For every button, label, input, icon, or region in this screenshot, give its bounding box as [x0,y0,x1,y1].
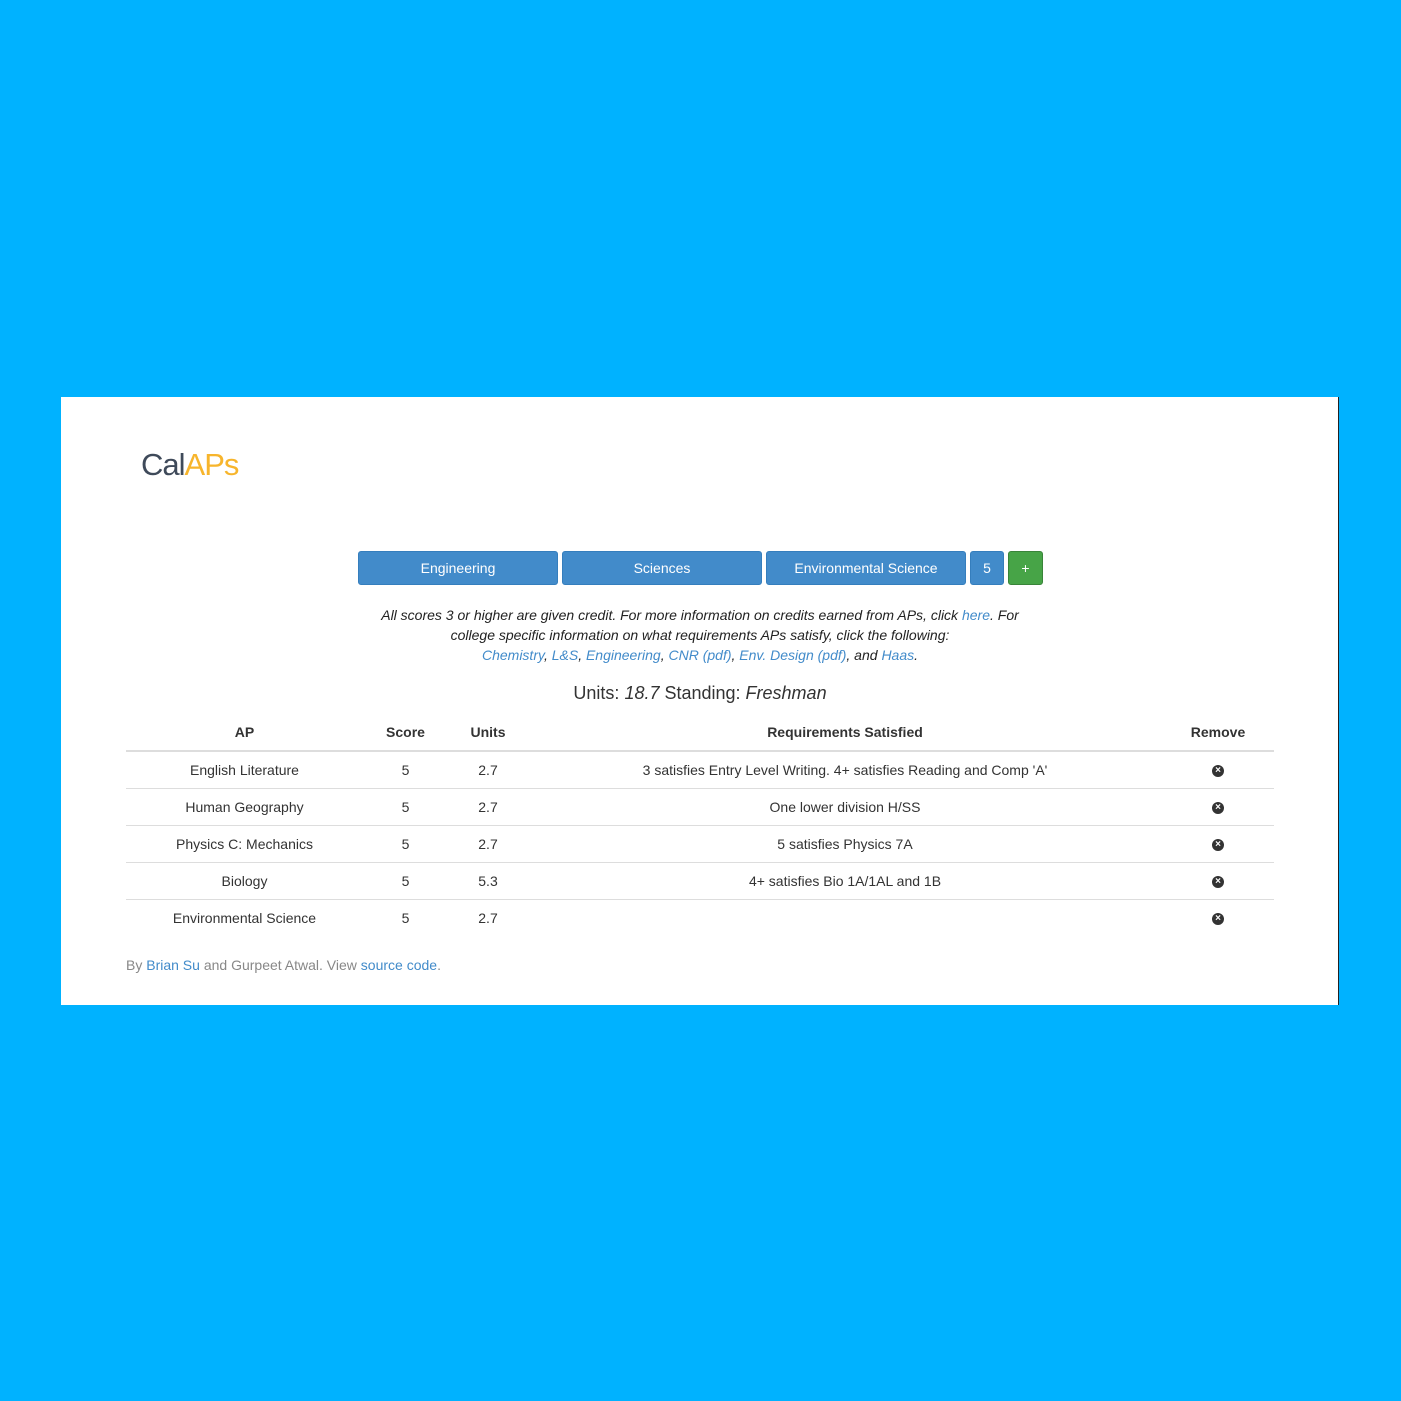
chemistry-link[interactable]: Chemistry [482,647,544,663]
site-title: CalAPs [141,447,240,483]
cell-ap: Environmental Science [126,899,363,936]
cell-units: 2.7 [448,899,528,936]
table-row: English Literature 5 2.7 3 satisfies Entry … [126,751,1274,789]
units-label: Units: [573,683,625,703]
title-cal: Cal [141,447,186,482]
table-row: Human Geography 5 2.7 One lower division H/… [126,788,1274,826]
here-link[interactable]: here [962,607,990,623]
add-ap-button[interactable]: + [1008,551,1043,585]
period: . [914,647,919,663]
cell-requirements: 5 satisfies Physics 7A [528,825,1162,863]
cell-requirements: 3 satisfies Entry Level Writing. 4+ sati… [642,762,1048,778]
footer: By Brian Su and Gurpeet Atwal. View sour… [126,957,441,973]
footer-period: . [437,957,441,973]
close-circle-icon[interactable]: × [1212,802,1224,815]
close-circle-icon[interactable]: × [1212,913,1224,926]
cell-remove: × [1162,788,1274,826]
cell-units: 2.7 [448,825,528,863]
title-aps: APs [184,447,240,482]
separator: , [543,647,552,663]
score-select[interactable]: 5 [970,551,1004,585]
totals-summary: Units: 18.7 Standing: Freshman [61,683,1339,704]
ap-table: AP Score Units Requirements Satisfied Re… [126,713,1274,936]
close-circle-icon[interactable]: × [1212,839,1224,852]
source-code-link[interactable]: source code [361,957,437,973]
haas-link[interactable]: Haas [881,647,914,663]
engineering-link[interactable]: Engineering [586,647,661,663]
cell-score: 5 [401,762,410,778]
header-score: Score [363,713,448,752]
footer-by: By [126,957,147,973]
header-requirements: Requirements Satisfied [528,713,1162,752]
college-select[interactable]: Engineering [358,551,558,585]
info-text-1: All scores 3 or higher are given credit.… [381,607,959,623]
cell-remove: × [1162,751,1274,789]
separator: , and [846,647,882,663]
units-value: 18.7 [624,683,660,703]
category-select[interactable]: Sciences [562,551,762,585]
table-row: Physics C: Mechanics 5 2.7 5 satisfies Phys… [126,825,1274,863]
close-circle-icon[interactable]: × [1212,765,1224,778]
standing-label: Standing: [659,683,746,703]
table-row: Environmental Science 5 2.7 × [126,899,1274,936]
exam-select[interactable]: Environmental Science [766,551,966,585]
cell-remove: × [1162,825,1274,863]
credit-info: All scores 3 or higher are given credit.… [381,605,1019,665]
cell-ap: Physics C: Mechanics [126,825,363,863]
cell-requirements: 4+ satisfies Bio 1A/1AL and 1B [528,862,1162,900]
cell-score: 5 [363,862,448,900]
author-link[interactable]: Brian Su [146,957,200,973]
close-circle-icon[interactable]: × [1212,876,1224,889]
cell-ap: Human Geography [126,788,363,826]
standing-value: Freshman [745,683,827,703]
cell-remove: × [1162,862,1274,900]
ap-selector-controls: Engineering Sciences Environmental Scien… [358,551,1043,585]
cell-score: 5 [363,899,448,936]
cell-requirements: One lower division H/SS [528,788,1162,826]
cnr-link[interactable]: CNR (pdf) [668,647,731,663]
header-ap: AP [126,713,363,752]
main-card: CalAPs Engineering Sciences Environmenta… [61,397,1339,1005]
cell-units: 2.7 [478,762,498,778]
cell-units: 2.7 [448,788,528,826]
header-units: Units [448,713,528,752]
cell-requirements [528,899,1162,936]
env-design-link[interactable]: Env. Design (pdf) [739,647,846,663]
separator: , [578,647,586,663]
cell-units: 5.3 [448,862,528,900]
cell-ap: English Literature [190,762,299,778]
cell-score: 5 [363,825,448,863]
cell-ap: Biology [126,862,363,900]
cell-score: 5 [363,788,448,826]
table-header-row: AP Score Units Requirements Satisfied Re… [126,713,1274,752]
header-remove: Remove [1162,713,1274,752]
footer-text: and Gurpeet Atwal. View [199,957,361,973]
table-row: Biology 5 5.3 4+ satisfies Bio 1A/1AL and 1… [126,862,1274,900]
cell-remove: × [1162,899,1274,936]
ls-link[interactable]: L&S [552,647,578,663]
